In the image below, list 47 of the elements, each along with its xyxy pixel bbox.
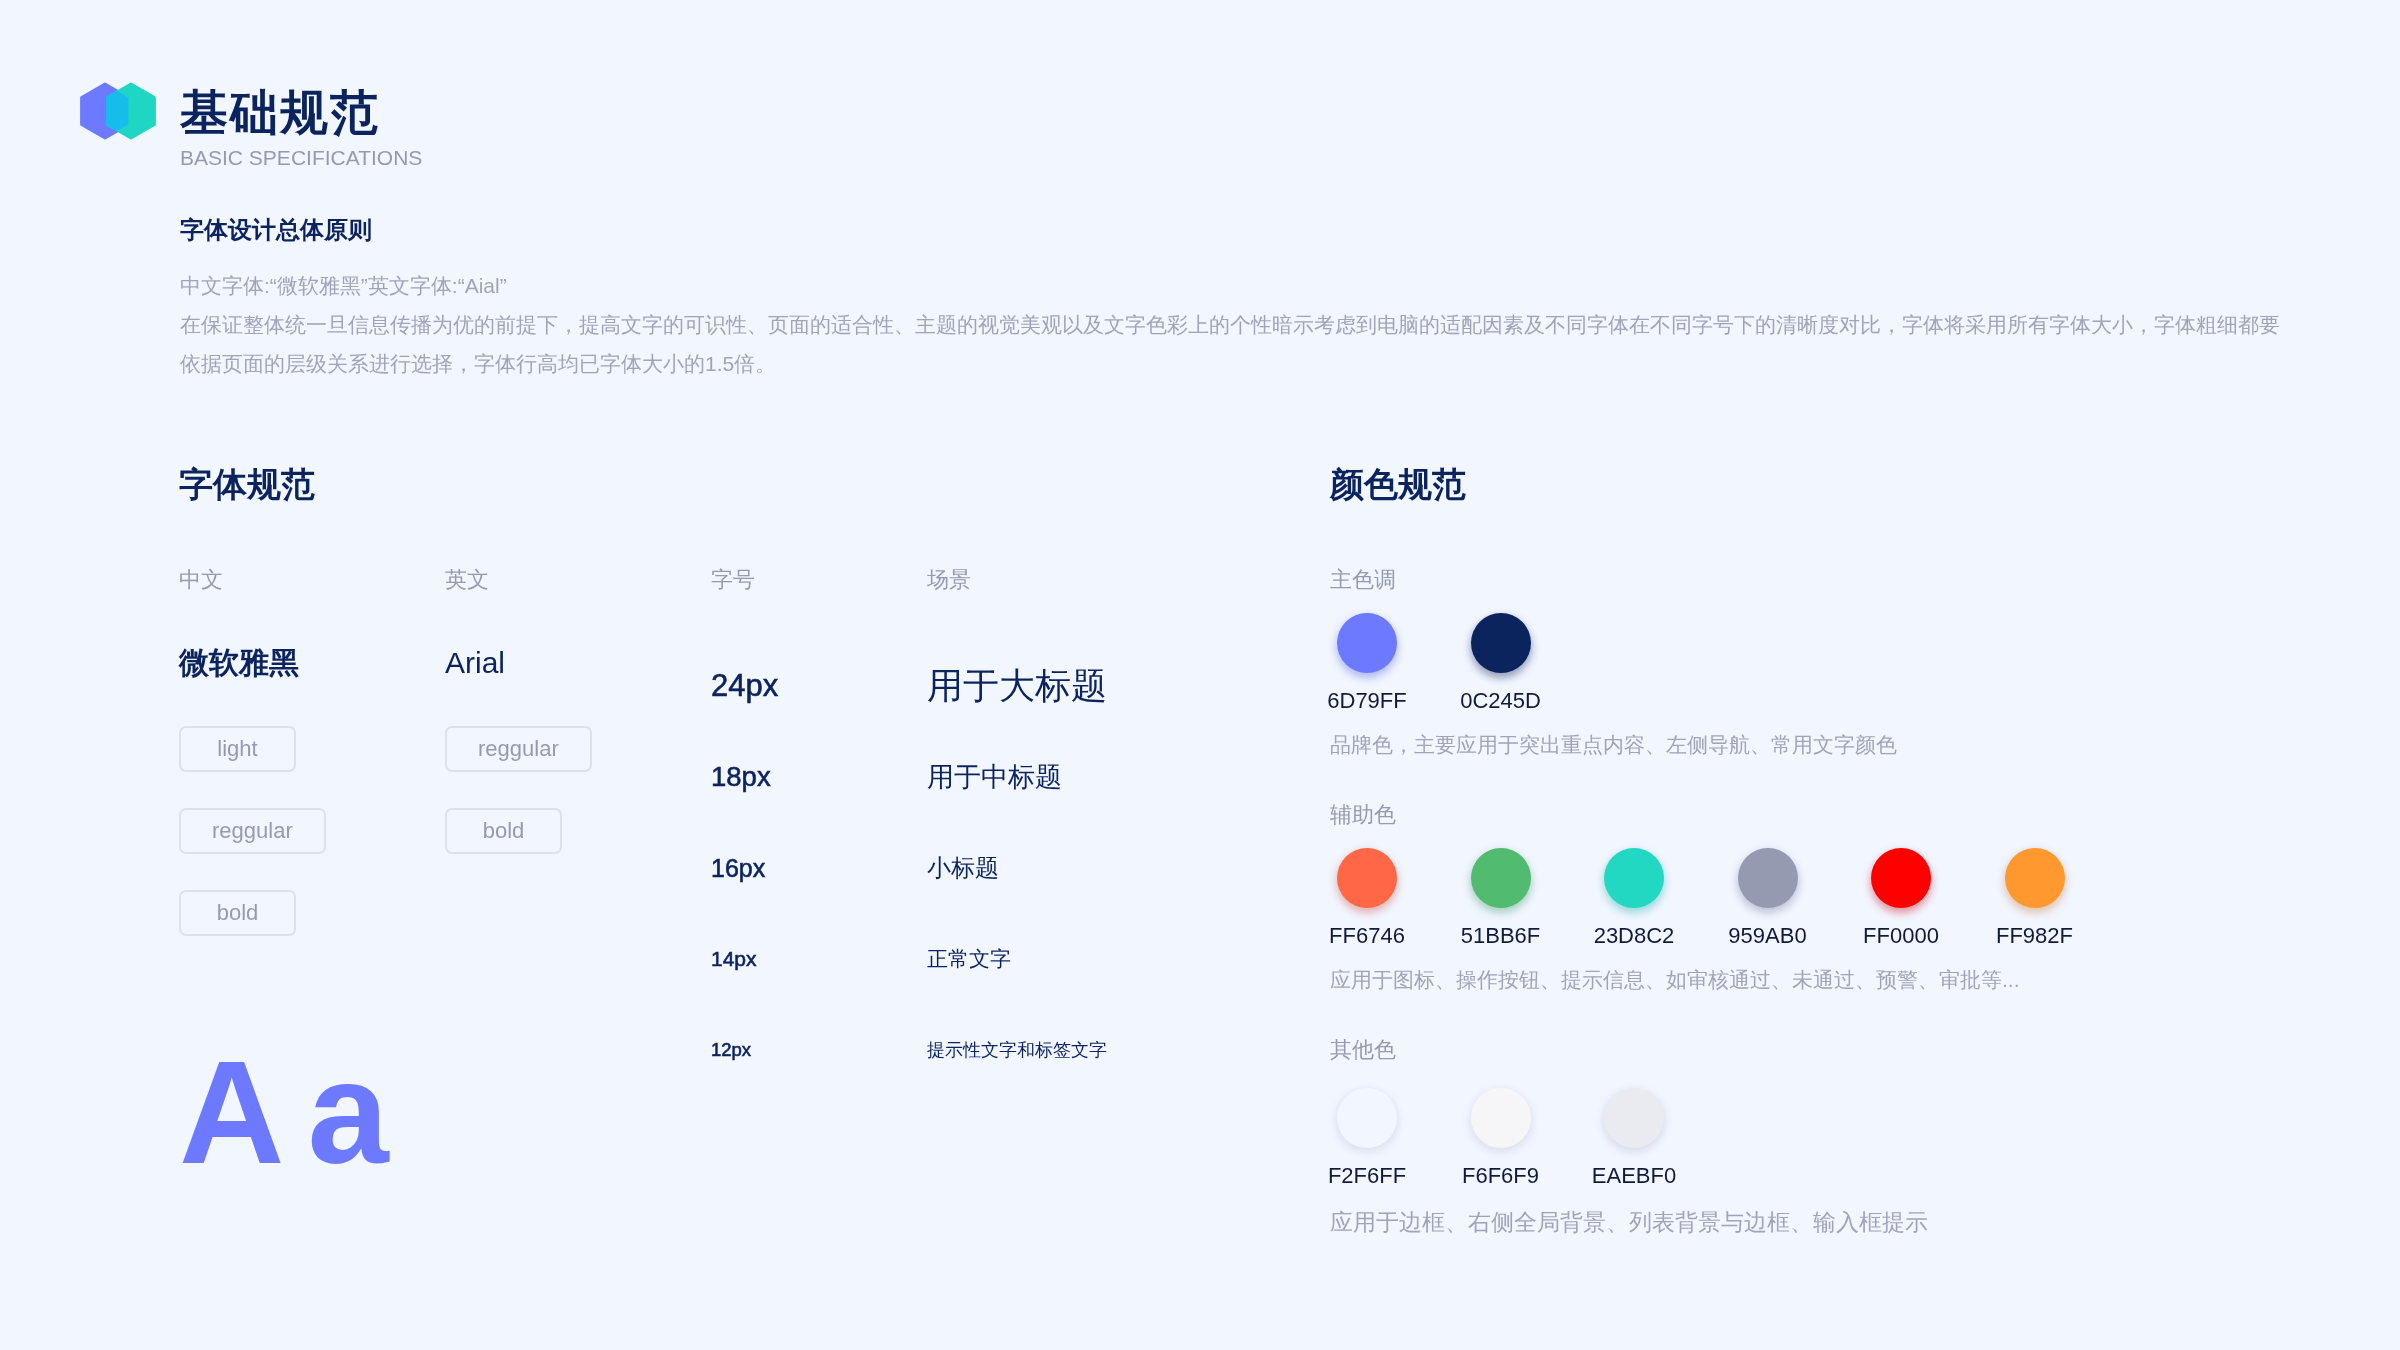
font-weight-tag: reggular (179, 807, 326, 854)
color-code: 959AB0 (1728, 922, 1807, 949)
font-weight-tag: light (179, 725, 296, 772)
color-code: FF6746 (1329, 922, 1405, 949)
color-code: 51BB6F (1460, 922, 1541, 949)
page-title: 基础规范 (180, 85, 380, 141)
color-description: 应用于边框、右侧全局背景、列表背景与边框、输入框提示 (1330, 1207, 1928, 1237)
color-group-label: 辅助色 (1330, 802, 1396, 829)
color-code: 0C245D (1460, 687, 1541, 715)
color-code: 6D79FF (1327, 687, 1407, 715)
font-name: 微软雅黑 (179, 644, 299, 681)
hexagon-logo-icon (80, 81, 156, 141)
letter-sample: A a (179, 1039, 389, 1186)
fonts-note: 中文字体:“微软雅黑”英文字体:“Aial” (180, 272, 507, 299)
color-code: EAEBF0 (1591, 1163, 1677, 1190)
font-size-label: 16px (711, 853, 766, 882)
color-description: 品牌色，主要应用于突出重点内容、左侧导航、常用文字颜色 (1330, 732, 1897, 759)
font-weight-tag: reggular (445, 725, 592, 772)
column-header: 字号 (711, 567, 755, 593)
principles-paragraph: 在保证整体统一旦信息传播为优的前提下，提高文字的可识性、页面的适合性、主题的视觉美观以及文字色彩上的个性暗示考虑到电脑的适配因素及不同字体在不同字号下的清晰度对比，字体将采用所有字体大小，字体粗细都要依据页面的层级关系进行选择，字体行高均已字体大小的1.5倍。 (180, 311, 2281, 377)
section-title: 字体规范 (179, 463, 315, 505)
principles-heading: 字体设计总体原则 (180, 215, 372, 245)
font-size-label: 24px (711, 668, 779, 704)
page-subtitle: BASIC SPECIFICATIONS (180, 144, 423, 170)
font-weight-tag: bold (445, 807, 562, 854)
color-group-label: 主色调 (1330, 567, 1396, 594)
usage-text: 用于中标题 (927, 761, 1062, 795)
font-size-label: 14px (711, 947, 757, 971)
color-description: 应用于图标、操作按钮、提示信息、如审核通过、未通过、预警、审批等... (1330, 966, 2020, 993)
usage-text: 正常文字 (927, 946, 1011, 973)
color-group-label: 其他色 (1330, 1036, 1396, 1064)
column-header: 场景 (927, 567, 971, 593)
color-code: F6F6F9 (1462, 1163, 1539, 1190)
usage-text: 小标题 (927, 853, 999, 884)
color-code: 23D8C2 (1593, 922, 1675, 949)
font-weight-tag: bold (179, 889, 296, 936)
usage-text: 用于大标题 (927, 663, 1107, 708)
color-code: FF0000 (1863, 922, 1939, 949)
font-name: Arial (445, 644, 505, 681)
font-size-label: 12px (711, 1039, 752, 1061)
usage-text: 提示性文字和标签文字 (927, 1039, 1107, 1063)
column-header: 英文 (445, 567, 489, 593)
color-code: FF982F (1996, 922, 2073, 949)
font-size-label: 18px (711, 761, 771, 793)
column-header: 中文 (179, 567, 223, 593)
section-title: 颜色规范 (1330, 463, 1466, 505)
color-code: F2F6FF (1327, 1163, 1407, 1190)
